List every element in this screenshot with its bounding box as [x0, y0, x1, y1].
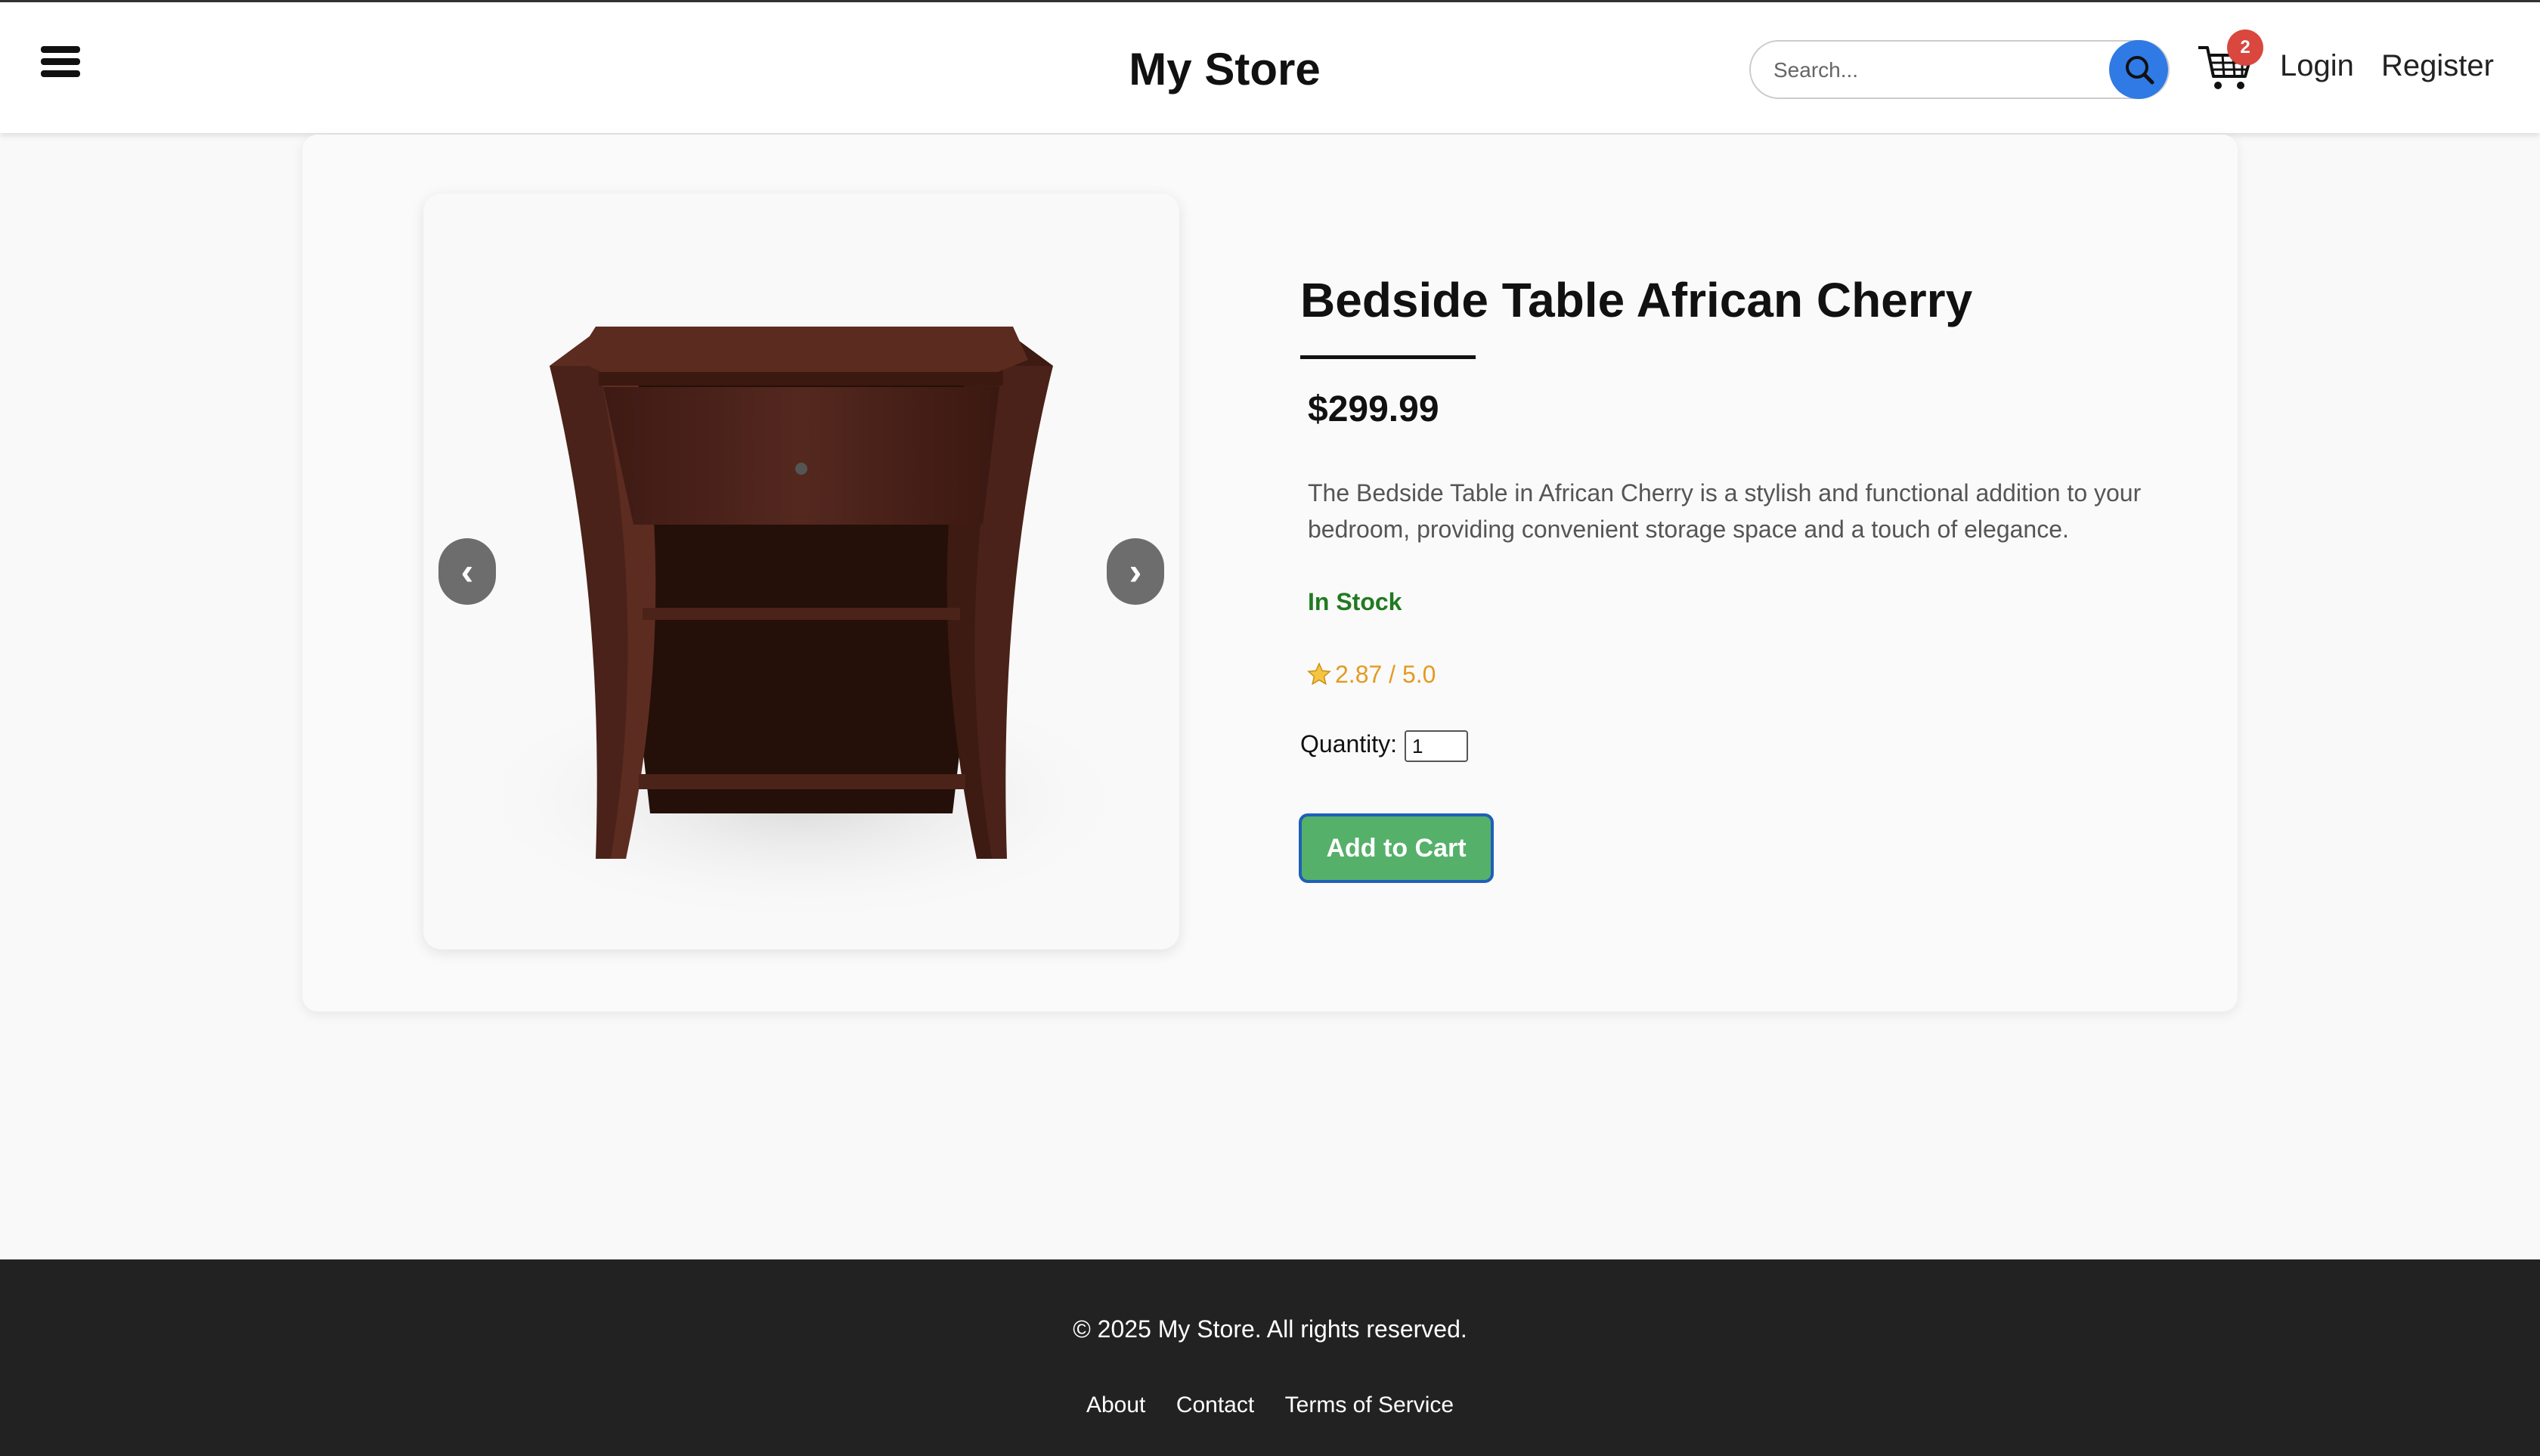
footer-link-contact[interactable]: Contact: [1176, 1392, 1254, 1418]
store-title: My Store: [1129, 44, 1321, 94]
quantity-label: Quantity:: [1300, 730, 1398, 757]
search-input[interactable]: [1773, 51, 2099, 90]
product-image-panel: [423, 194, 1179, 949]
rating-value: 2.87 / 5.0: [1335, 661, 1436, 688]
add-to-cart-button[interactable]: Add to Cart: [1299, 813, 1494, 883]
carousel-next-button[interactable]: ›: [1107, 538, 1164, 605]
footer-link-terms[interactable]: Terms of Service: [1285, 1392, 1454, 1418]
search-icon: [2126, 56, 2154, 85]
footer-link-about[interactable]: About: [1086, 1392, 1145, 1418]
search-box: [1749, 40, 2170, 99]
search-button[interactable]: [2109, 40, 2168, 99]
login-link[interactable]: Login: [2280, 49, 2354, 83]
carousel-prev-button[interactable]: ‹: [438, 538, 496, 605]
site-footer: © 2025 My Store. All rights reserved. Ab…: [0, 1259, 2540, 1456]
footer-links: About Contact Terms of Service: [0, 1392, 2540, 1418]
title-divider: [1300, 355, 1476, 359]
copyright-text: © 2025 My Store. All rights reserved.: [1073, 1315, 1467, 1343]
product-title: Bedside Table African Cherry: [1300, 273, 1973, 327]
register-link[interactable]: Register: [2381, 49, 2494, 83]
site-header: My Store 2 Login Register: [0, 0, 2540, 133]
product-page: My Store 2 Login Register: [0, 0, 2540, 1456]
quantity-input[interactable]: [1405, 730, 1468, 762]
hamburger-menu-icon[interactable]: [41, 46, 80, 78]
product-image: [461, 327, 1141, 927]
product-price: $299.99: [1308, 389, 1439, 429]
product-rating: 2.87 / 5.0: [1306, 661, 1436, 689]
stock-status: In Stock: [1308, 588, 1402, 615]
product-description: The Bedside Table in African Cherry is a…: [1308, 479, 2142, 543]
star-icon: [1307, 662, 1331, 686]
cart-count-badge: 2: [2227, 29, 2263, 66]
